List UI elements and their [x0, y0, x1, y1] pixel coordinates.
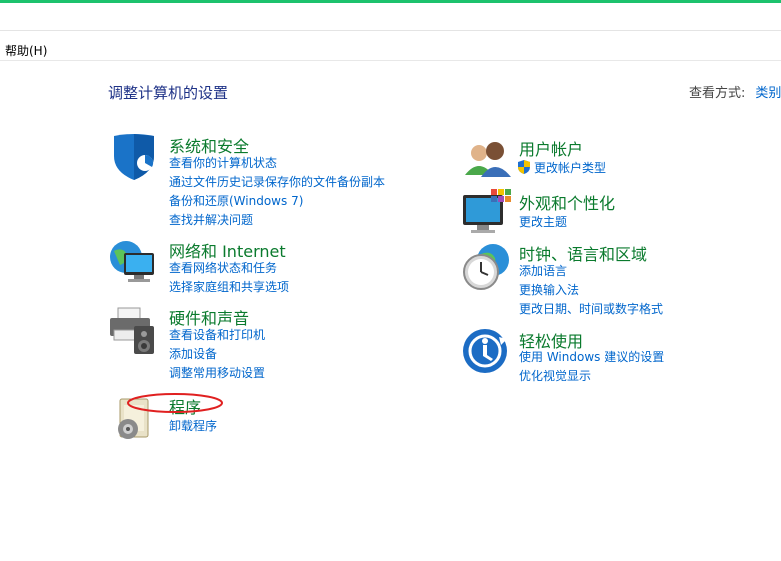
category-title-appearance[interactable]: 外观和个性化	[519, 190, 615, 214]
link-add-device[interactable]: 添加设备	[169, 345, 217, 362]
link-uninstall-program[interactable]: 卸载程序	[169, 417, 217, 434]
link-change-account-type[interactable]: 更改帐户类型	[518, 159, 606, 176]
category-users: 用户帐户 更改帐户类型	[461, 135, 761, 185]
network-globe-icon[interactable]	[108, 237, 160, 289]
clock-globe-icon[interactable]	[461, 240, 513, 292]
link-change-account-type-label: 更改帐户类型	[534, 161, 607, 175]
link-homegroup[interactable]: 选择家庭组和共享选项	[169, 278, 289, 295]
ease-of-access-icon[interactable]	[461, 327, 513, 379]
address-bar-divider	[0, 30, 781, 31]
link-change-date-time-format[interactable]: 更改日期、时间或数字格式	[519, 300, 663, 317]
view-by: 查看方式: 类别	[689, 82, 781, 101]
link-network-status[interactable]: 查看网络状态和任务	[169, 259, 277, 276]
link-mobility-settings[interactable]: 调整常用移动设置	[169, 364, 265, 381]
printer-speaker-icon[interactable]	[108, 304, 160, 356]
category-programs: 程序 卸载程序	[108, 393, 428, 443]
link-add-language[interactable]: 添加语言	[519, 262, 567, 279]
link-file-history[interactable]: 通过文件历史记录保存你的文件备份副本	[169, 173, 385, 190]
menu-bar: 帮助(H)	[0, 40, 781, 58]
category-appearance: 外观和个性化 更改主题	[461, 189, 761, 239]
menu-help[interactable]: 帮助(H)	[5, 42, 47, 59]
category-title-users[interactable]: 用户帐户	[519, 136, 583, 160]
menu-divider	[0, 60, 781, 61]
view-by-label: 查看方式:	[689, 86, 746, 101]
category-ease: 轻松使用 使用 Windows 建议的设置 优化视觉显示	[461, 327, 761, 387]
uac-shield-icon	[518, 160, 530, 174]
link-windows-recommended-settings[interactable]: 使用 Windows 建议的设置	[519, 348, 664, 365]
category-clock: 时钟、语言和区域 添加语言 更换输入法 更改日期、时间或数字格式	[461, 240, 761, 320]
category-network: 网络和 Internet 查看网络状态和任务 选择家庭组和共享选项	[108, 237, 428, 297]
link-backup-restore[interactable]: 备份和还原(Windows 7)	[169, 192, 303, 209]
shield-icon[interactable]	[108, 132, 160, 184]
link-change-theme[interactable]: 更改主题	[519, 213, 567, 230]
users-icon[interactable]	[461, 135, 513, 187]
category-hardware: 硬件和声音 查看设备和打印机 添加设备 调整常用移动设置	[108, 304, 428, 384]
category-security: 系统和安全 查看你的计算机状态 通过文件历史记录保存你的文件备份副本 备份和还原…	[108, 132, 428, 232]
category-title-programs[interactable]: 程序	[169, 394, 201, 418]
link-check-status[interactable]: 查看你的计算机状态	[169, 154, 277, 171]
programs-disc-icon[interactable]	[108, 393, 160, 445]
link-change-input-method[interactable]: 更换输入法	[519, 281, 579, 298]
page-title: 调整计算机的设置	[108, 84, 229, 102]
view-by-dropdown[interactable]: 类别	[755, 86, 781, 101]
monitor-palette-icon[interactable]	[461, 189, 513, 241]
link-optimize-visual-display[interactable]: 优化视觉显示	[519, 367, 591, 384]
link-troubleshoot[interactable]: 查找并解决问题	[169, 211, 253, 228]
top-accent-bar	[0, 0, 781, 3]
link-devices-printers[interactable]: 查看设备和打印机	[169, 326, 265, 343]
